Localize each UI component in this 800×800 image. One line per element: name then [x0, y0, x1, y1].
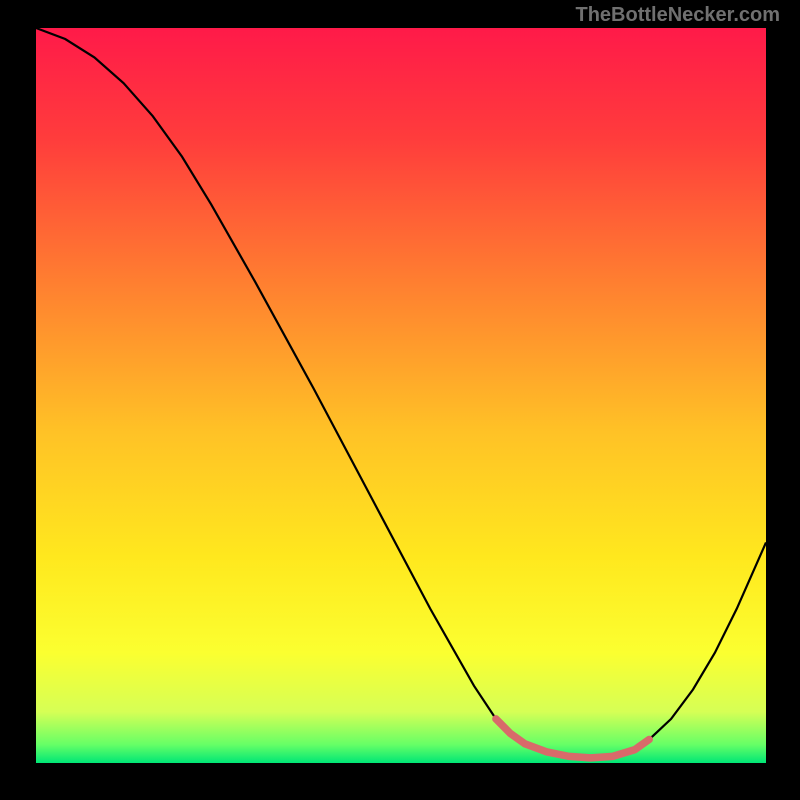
watermark-text: TheBottleNecker.com: [575, 4, 780, 27]
chart-plot-area: [36, 28, 766, 763]
gradient-background: [36, 28, 766, 763]
chart-svg: [36, 28, 766, 763]
